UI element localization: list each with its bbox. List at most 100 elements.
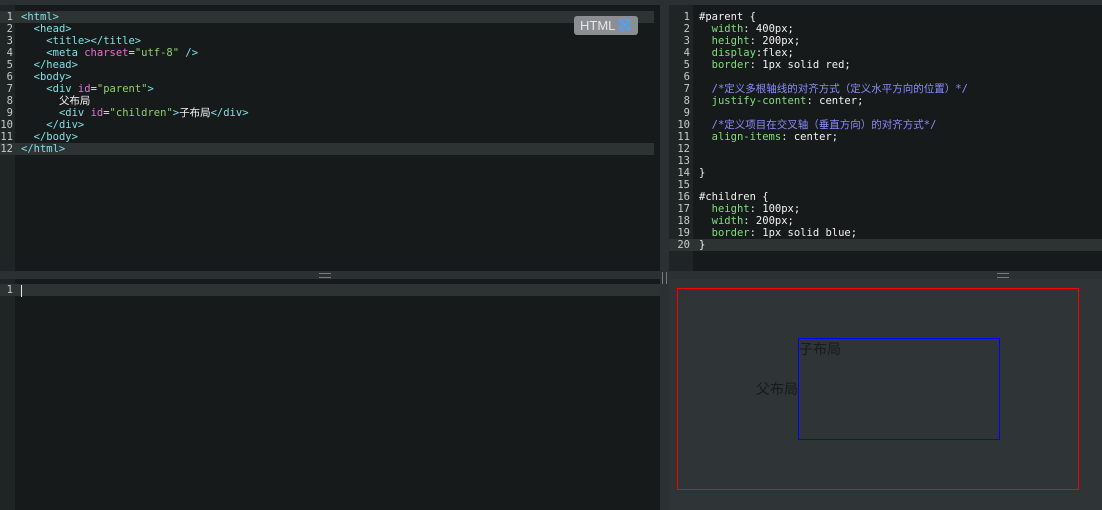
text-cursor — [21, 285, 22, 297]
code-line[interactable]: 16 #children { — [669, 191, 1102, 203]
code-line[interactable]: 13 — [669, 155, 1102, 167]
code-text: width: 200px; — [711, 215, 794, 227]
code-line[interactable]: 5 border: 1px solid red; — [669, 59, 1102, 71]
code-text: <html> — [21, 11, 59, 23]
code-text: /*定义多根轴线的对齐方式（定义水平方向的位置）*/ — [711, 83, 968, 95]
code-line[interactable]: 1 <html> — [0, 11, 654, 23]
code-text: height: 100px; — [711, 203, 801, 215]
code-text: } — [699, 167, 706, 179]
code-line[interactable]: 2 <head> — [0, 23, 660, 35]
code-text: <div id="children">子布局</div> — [58, 107, 249, 119]
code-line[interactable]: 4 <meta charset="utf-8" /> — [0, 47, 660, 59]
code-line[interactable]: 9 <div id="children">子布局</div> — [0, 107, 660, 119]
line-number: 2 — [6, 23, 13, 35]
parent-layout-box: 父布局 子布局 — [677, 288, 1079, 490]
line-number: 11 — [0, 131, 13, 143]
html-code-lines[interactable]: 1 <html> 2 <head> 3 <title></title> 4 <meta … — [0, 11, 660, 155]
parent-layout-text: 父布局 — [756, 381, 798, 397]
code-line[interactable]: 11 </body> — [0, 131, 660, 143]
line-number: 9 — [6, 107, 13, 119]
line-number: 19 — [677, 227, 690, 239]
code-text: </html> — [21, 143, 66, 155]
code-line[interactable]: 5 </head> — [0, 59, 660, 71]
code-line[interactable]: 17 height: 100px; — [669, 203, 1102, 215]
code-text: <body> — [33, 71, 72, 83]
code-text: 父布局 — [58, 95, 91, 107]
code-line[interactable]: 8 父布局 — [0, 95, 660, 107]
code-text: justify-content: center; — [711, 95, 864, 107]
line-number: 4 — [683, 47, 690, 59]
line-number: 14 — [677, 167, 690, 179]
code-text: /*定义项目在交叉轴（垂直方向）的对齐方式*/ — [711, 119, 937, 131]
code-line[interactable]: 7 <div id="parent"> — [0, 83, 660, 95]
code-line[interactable]: 6 — [669, 71, 1102, 83]
code-text: height: 200px; — [711, 35, 801, 47]
js-editor-pane[interactable]: 1 — [0, 279, 660, 510]
code-line[interactable]: 9 — [669, 107, 1102, 119]
code-line[interactable]: 3 <title></title> — [0, 35, 660, 47]
code-line[interactable]: 10 /*定义项目在交叉轴（垂直方向）的对齐方式*/ — [669, 119, 1102, 131]
code-line[interactable]: 14} — [669, 167, 1102, 179]
code-line[interactable]: 15 — [669, 179, 1102, 191]
html-editor-pane[interactable]: 1 <html> 2 <head> 3 <title></title> 4 <meta … — [0, 5, 660, 271]
html-badge-label: HTML — [580, 18, 616, 33]
line-number: 20 — [677, 239, 690, 251]
code-line[interactable]: 4 display:flex; — [669, 47, 1102, 59]
code-line[interactable]: 3 height: 200px; — [669, 35, 1102, 47]
code-text: <head> — [33, 23, 72, 35]
line-number: 1 — [6, 11, 13, 23]
css-editor-pane[interactable]: 1 #parent {2 width: 400px; 3 height: 200px… — [669, 5, 1102, 271]
code-line[interactable]: 7 /*定义多根轴线的对齐方式（定义水平方向的位置）*/ — [669, 83, 1102, 95]
html5-icon: ⛝ — [619, 17, 631, 34]
horizontal-splitter-handle-right[interactable] — [997, 273, 1009, 278]
code-text: <meta charset="utf-8" /> — [46, 47, 199, 59]
code-line[interactable]: 20} — [669, 239, 1102, 251]
code-text: </div> — [46, 119, 85, 131]
line-number: 13 — [677, 155, 690, 167]
code-line[interactable]: 1 — [0, 284, 660, 296]
line-number: 3 — [6, 35, 13, 47]
code-text: } — [699, 239, 706, 251]
line-number: 6 — [6, 71, 13, 83]
children-layout-box: 子布局 — [798, 338, 1000, 440]
code-line[interactable]: 8 justify-content: center; — [669, 95, 1102, 107]
code-line[interactable]: 10 </div> — [0, 119, 660, 131]
code-text: <title></title> — [46, 35, 142, 47]
css-code-lines[interactable]: 1 #parent {2 width: 400px; 3 height: 200px… — [669, 11, 1102, 251]
code-text: #children { — [699, 191, 769, 203]
code-line[interactable]: 18 width: 200px; — [669, 215, 1102, 227]
code-line[interactable]: 11 align-items: center; — [669, 131, 1102, 143]
line-number: 3 — [683, 35, 690, 47]
line-number: 7 — [6, 83, 13, 95]
line-number: 7 — [683, 83, 690, 95]
line-number: 1 — [683, 11, 690, 23]
line-number: 12 — [0, 143, 13, 155]
code-line[interactable]: 12 — [669, 143, 1102, 155]
vertical-splitter-handle[interactable] — [662, 272, 667, 284]
line-number: 12 — [677, 143, 690, 155]
code-line[interactable]: 12 </html> — [0, 143, 654, 155]
code-text: width: 400px; — [711, 23, 794, 35]
line-number: 5 — [683, 59, 690, 71]
js-code-lines[interactable]: 1 — [0, 284, 660, 296]
html-language-badge[interactable]: HTML ⛝ — [574, 16, 638, 35]
horizontal-splitter-handle-left[interactable] — [319, 273, 331, 278]
line-number: 2 — [683, 23, 690, 35]
code-line[interactable]: 6 <body> — [0, 71, 660, 83]
code-line[interactable]: 1 #parent { — [669, 11, 1102, 23]
code-text: border: 1px solid red; — [711, 59, 851, 71]
line-number: 17 — [677, 203, 690, 215]
line-number: 18 — [677, 215, 690, 227]
line-number: 9 — [683, 107, 690, 119]
code-text: border: 1px solid blue; — [711, 227, 858, 239]
code-text: </head> — [33, 59, 78, 71]
line-number: 5 — [6, 59, 13, 71]
result-preview-pane: 父布局 子布局 — [669, 279, 1102, 510]
code-text: </body> — [33, 131, 78, 143]
code-line[interactable]: 2 width: 400px; — [669, 23, 1102, 35]
code-text: display:flex; — [711, 47, 794, 59]
line-number: 10 — [677, 119, 690, 131]
line-number: 8 — [6, 95, 13, 107]
line-number: 4 — [6, 47, 13, 59]
code-line[interactable]: 19 border: 1px solid blue; — [669, 227, 1102, 239]
